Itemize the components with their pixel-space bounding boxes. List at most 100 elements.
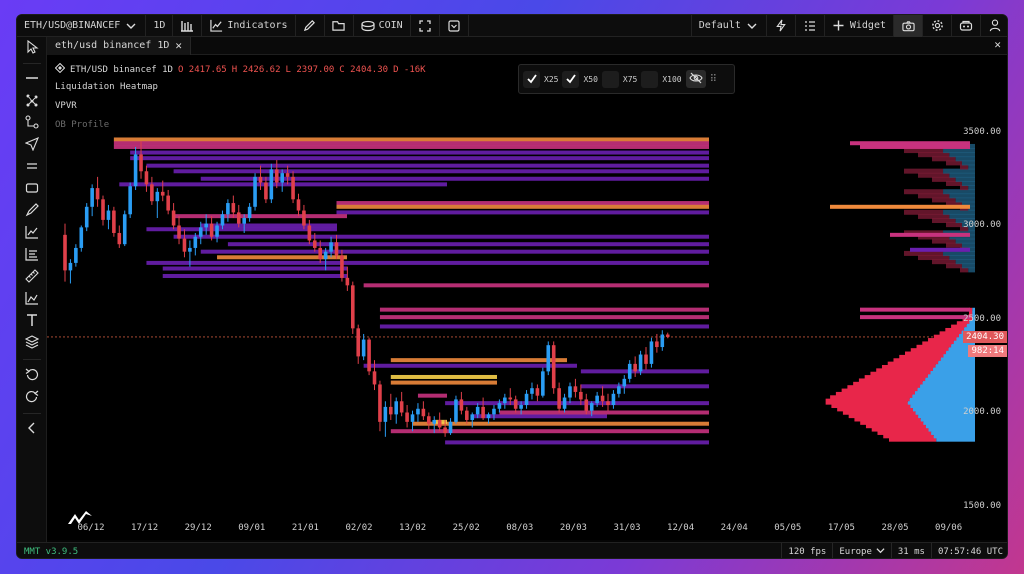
candle-body (160, 191, 165, 196)
candle-body (595, 395, 599, 404)
x50-checkbox[interactable] (562, 70, 580, 88)
area-chart-icon (25, 224, 39, 243)
hide-heatmap-button[interactable] (685, 70, 706, 88)
heatmap-band (390, 374, 497, 379)
candle-body (280, 173, 284, 183)
watchlist-button[interactable] (794, 15, 824, 37)
heatmap-band (200, 249, 709, 254)
parallel-lines-tool[interactable] (22, 158, 42, 176)
heatmap-band (146, 260, 709, 265)
candle-body (128, 186, 132, 215)
tab-eth-usd[interactable]: eth/usd binancef 1D ✕ (47, 36, 192, 55)
chart-tool[interactable] (22, 224, 42, 242)
layout-selector[interactable]: Default (690, 15, 766, 37)
candle-body (399, 401, 404, 413)
path-icon (25, 114, 39, 133)
fib-tool[interactable] (22, 246, 42, 264)
candle-body (421, 408, 426, 417)
candle-body (68, 262, 73, 271)
x100-checkbox[interactable] (641, 70, 659, 88)
heatmap-band (910, 247, 970, 252)
candle-body (394, 401, 399, 415)
x75-checkbox[interactable] (601, 70, 619, 88)
top-toolbar: ETH/USD@BINANCEF 1D Indicators COIN Defa… (17, 15, 1007, 37)
time-tick: 17/05 (827, 523, 855, 533)
candle-body (101, 199, 105, 220)
layout-label: Default (698, 20, 741, 31)
time-tick: 28/05 (881, 523, 909, 533)
rectangle-tool[interactable] (22, 180, 42, 198)
indicators-button[interactable]: Indicators (202, 15, 296, 37)
coin-button[interactable]: COIN (354, 15, 411, 37)
heatmap-band (113, 137, 710, 142)
heatmap-band (363, 363, 577, 368)
price-chart[interactable] (47, 55, 1008, 540)
path-tool[interactable] (22, 114, 42, 132)
chart-type-button[interactable] (173, 15, 203, 37)
chart-pane[interactable]: ETH/USD binancef 1D O 2417.65 H 2426.62 … (47, 55, 1008, 540)
collapse-toolbar-button[interactable] (22, 420, 42, 438)
candle-body (231, 203, 236, 213)
time-tick: 12/04 (667, 523, 695, 533)
brush-tool[interactable] (22, 202, 42, 220)
indicator-vpvr[interactable]: VPVR (55, 101, 77, 111)
tab-label: eth/usd binancef 1D (55, 40, 170, 51)
time-tick: 21/01 (291, 523, 319, 533)
network-tool[interactable] (22, 92, 42, 110)
x75-label: X75 (622, 74, 638, 84)
fullscreen-button[interactable] (411, 15, 440, 37)
horizontal-line-tool[interactable] (22, 70, 42, 88)
dropdown-box-button[interactable] (440, 15, 469, 37)
ruler-icon (25, 268, 39, 287)
account-button[interactable] (980, 15, 1007, 37)
candle-body (665, 334, 670, 337)
candle-body (139, 154, 143, 172)
heatmap-band (162, 273, 347, 278)
layers-tool[interactable] (22, 334, 42, 352)
candle-body (535, 388, 540, 396)
arrow-tool[interactable] (22, 136, 42, 154)
indicator-ob-profile[interactable]: OB Profile (55, 120, 109, 130)
alerts-button[interactable] (765, 15, 795, 37)
time-tick: 13/02 (399, 523, 427, 533)
indicator-liquidation-heatmap[interactable]: Liquidation Heatmap (55, 82, 158, 92)
text-tool[interactable] (22, 312, 42, 330)
add-widget-button[interactable]: Widget (823, 15, 893, 37)
candle-body (198, 227, 203, 237)
drag-handle-icon[interactable]: ⠿ (710, 74, 717, 85)
candle-body (274, 169, 279, 183)
region-selector[interactable]: Europe (832, 542, 891, 558)
user-icon (988, 19, 1002, 33)
leverage-filter-panel: X25 X50 X75 X100 ⠿ (518, 64, 735, 94)
close-icon[interactable]: ✕ (994, 38, 1001, 51)
candle-body (579, 391, 583, 400)
candle-body (220, 214, 225, 226)
heatmap-band (499, 410, 709, 415)
heatmap-band (445, 401, 709, 406)
symbol-selector[interactable]: ETH/USD@BINANCEF (17, 15, 147, 37)
redo-button[interactable] (22, 388, 42, 406)
settings-button[interactable] (922, 15, 951, 37)
candle-body (166, 195, 170, 211)
heatmap-band (379, 324, 709, 329)
price-tick: 3000.00 (963, 220, 1001, 230)
close-icon[interactable]: ✕ (175, 39, 182, 52)
x25-checkbox[interactable] (523, 70, 540, 88)
draw-button[interactable] (296, 15, 325, 37)
cursor-tool[interactable] (22, 39, 42, 57)
heatmap-band (472, 414, 607, 419)
candle-body (606, 401, 610, 406)
redo-icon (25, 388, 39, 407)
interval-selector[interactable]: 1D (146, 15, 174, 37)
series-name: ETH/USD binancef 1D (70, 64, 173, 75)
forecast-tool[interactable] (22, 290, 42, 308)
measure-tool[interactable] (22, 268, 42, 286)
folder-button[interactable] (325, 15, 354, 37)
candle-body (432, 419, 437, 424)
undo-button[interactable] (22, 366, 42, 384)
candle-body (448, 421, 453, 434)
candle-body (171, 210, 176, 226)
vr-button[interactable] (951, 15, 980, 37)
candle-body (638, 354, 643, 372)
screenshot-button[interactable] (893, 15, 922, 37)
